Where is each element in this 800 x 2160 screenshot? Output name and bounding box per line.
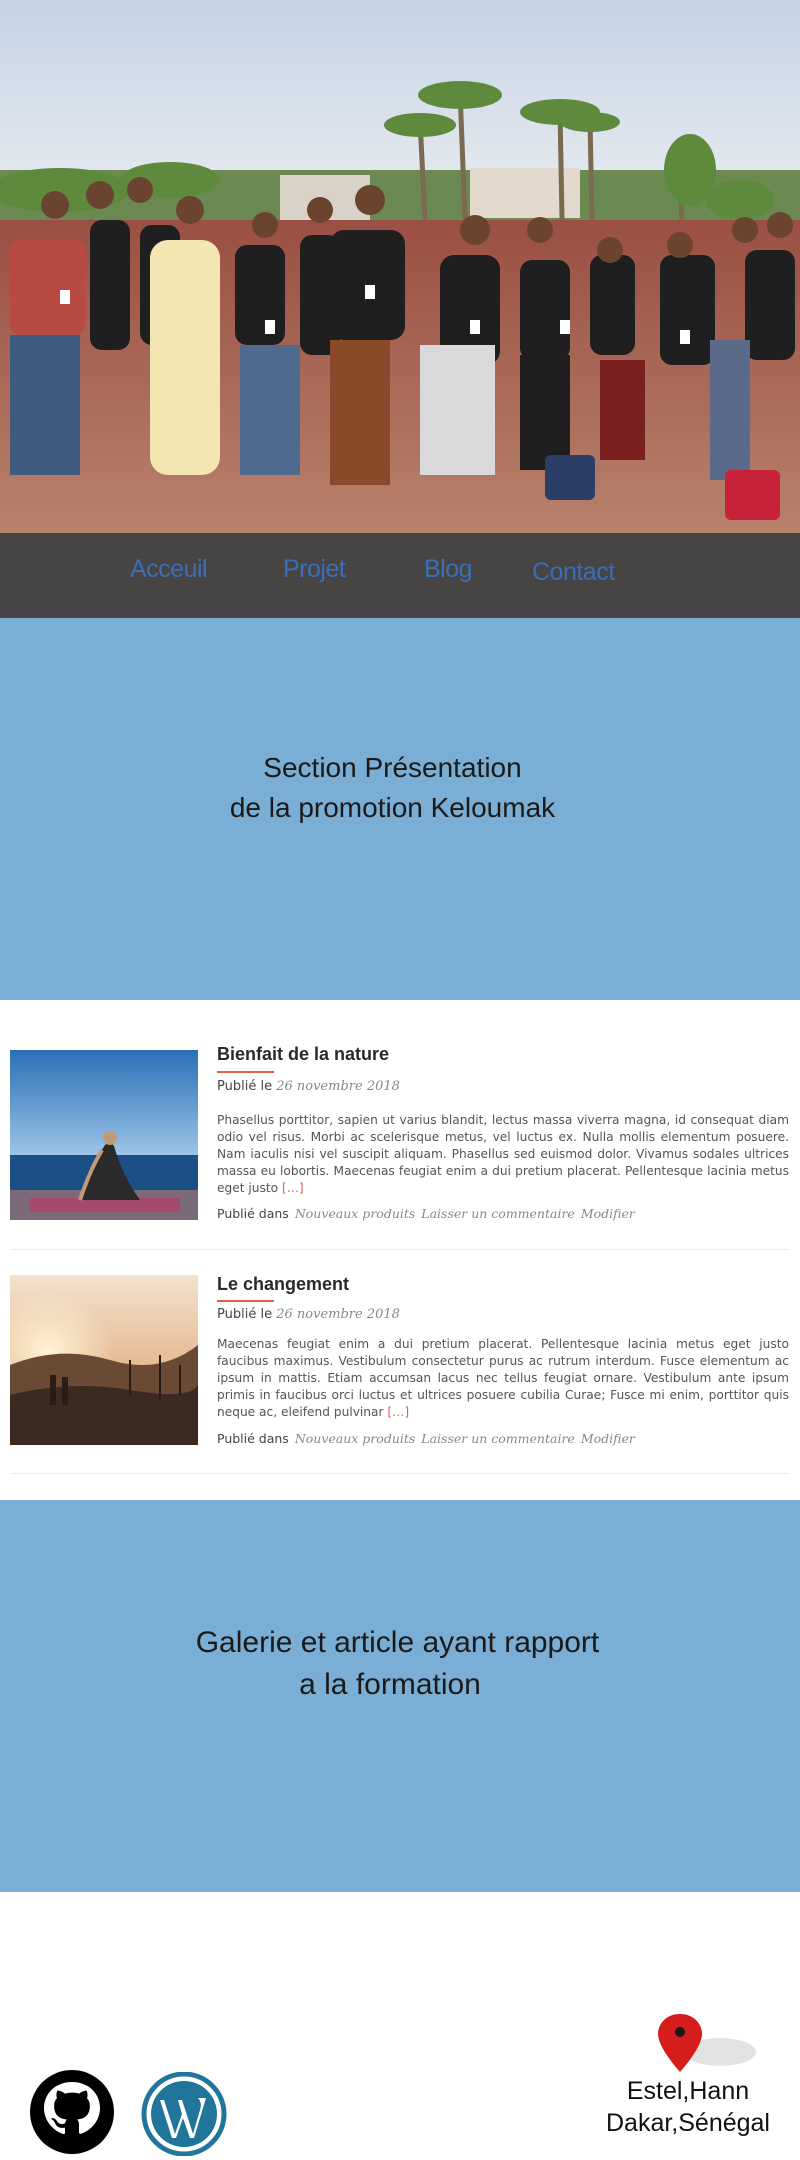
post-thumbnail-yoga[interactable] <box>10 1050 198 1220</box>
post-title[interactable]: Bienfait de la nature <box>217 1044 389 1065</box>
post-excerpt-text: Maecenas feugiat enim a dui pretium plac… <box>217 1337 789 1419</box>
leave-comment-link[interactable]: Laisser un commentaire <box>421 1431 575 1446</box>
leave-comment-link[interactable]: Laisser un commentaire <box>421 1206 575 1221</box>
post-category-link[interactable]: Nouveaux produits <box>295 1206 416 1221</box>
post-title-underline <box>217 1071 274 1073</box>
main-nav: Acceuil Projet Blog Contact <box>0 533 800 618</box>
blog-post: Bienfait de la nature Publié le 26 novem… <box>0 1000 800 1250</box>
github-icon[interactable] <box>30 2070 114 2158</box>
blog-post: Le changement Publié le 26 novembre 2018… <box>0 1250 800 1475</box>
gallery-title-line1: Galerie et article ayant rapport <box>195 1626 600 1659</box>
footer-address: Estel,Hann Dakar,Sénégal <box>598 2075 778 2139</box>
post-title-underline <box>217 1300 274 1302</box>
post-meta: Publié dans Nouveaux produits Laisser un… <box>217 1431 635 1446</box>
hero-group-photo <box>0 0 800 533</box>
post-date-value[interactable]: 26 novembre 2018 <box>276 1079 400 1094</box>
yoga-photo <box>10 1050 198 1220</box>
post-category-prefix: Publié dans <box>217 1206 289 1221</box>
presentation-section: Section Présentation de la promotion Kel… <box>0 618 800 1000</box>
nav-link-contact[interactable]: Contact <box>532 558 615 587</box>
nav-link-projet[interactable]: Projet <box>283 555 346 584</box>
edit-post-link[interactable]: Modifier <box>581 1431 635 1446</box>
sunset-photo <box>10 1275 198 1445</box>
edit-post-link[interactable]: Modifier <box>581 1206 635 1221</box>
gallery-title: Galerie et article ayant rapport a la fo… <box>0 1622 800 1706</box>
read-more-link[interactable]: […] <box>282 1181 304 1195</box>
gallery-section: Galerie et article ayant rapport a la fo… <box>0 1500 800 1892</box>
post-date-value[interactable]: 26 novembre 2018 <box>276 1307 400 1322</box>
map-pin-icon <box>652 2010 756 2080</box>
post-date: Publié le 26 novembre 2018 <box>217 1079 400 1094</box>
post-category-prefix: Publié dans <box>217 1431 289 1446</box>
read-more-link[interactable]: […] <box>387 1405 409 1419</box>
post-excerpt: Phasellus porttitor, sapien ut varius bl… <box>217 1112 789 1197</box>
post-title[interactable]: Le changement <box>217 1274 349 1295</box>
nav-link-blog[interactable]: Blog <box>424 555 473 584</box>
post-excerpt: Maecenas feugiat enim a dui pretium plac… <box>217 1336 789 1421</box>
address-line1: Estel,Hann <box>626 2077 750 2105</box>
presentation-title-line1: Section Présentation <box>263 752 522 783</box>
presentation-title-line2: de la promotion Keloumak <box>229 792 556 823</box>
hero-photo-illustration <box>0 0 800 533</box>
presentation-title: Section Présentation de la promotion Kel… <box>0 748 800 828</box>
post-date-prefix: Publié le <box>217 1079 273 1094</box>
nav-link-acceuil[interactable]: Acceuil <box>130 555 208 584</box>
post-thumbnail-sunset[interactable] <box>10 1275 198 1445</box>
post-category-link[interactable]: Nouveaux produits <box>295 1431 416 1446</box>
post-divider <box>10 1473 790 1474</box>
wordpress-icon[interactable] <box>138 2071 230 2160</box>
address-line2: Dakar,Sénégal <box>605 2109 770 2137</box>
post-date: Publié le 26 novembre 2018 <box>217 1307 400 1322</box>
post-date-prefix: Publié le <box>217 1307 273 1322</box>
gallery-title-line2: a la formation <box>299 1668 481 1701</box>
post-meta: Publié dans Nouveaux produits Laisser un… <box>217 1206 635 1221</box>
